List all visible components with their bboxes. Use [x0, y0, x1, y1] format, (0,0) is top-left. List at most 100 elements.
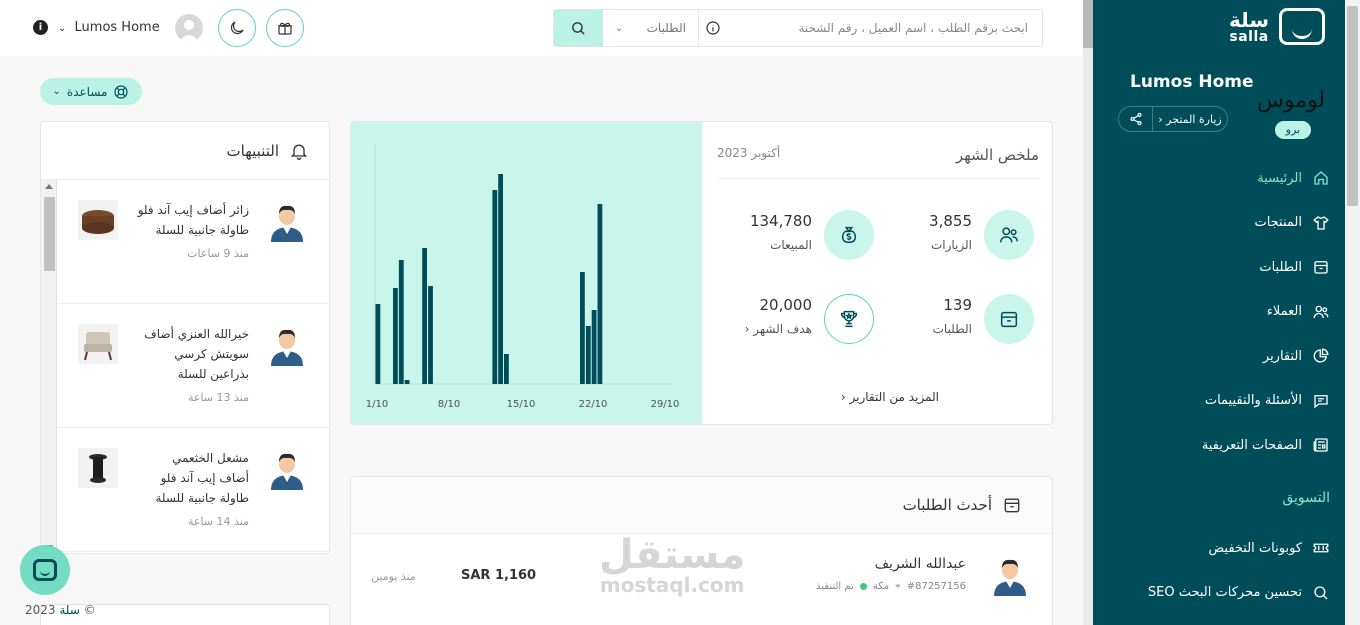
chart-bar[interactable]	[404, 380, 410, 384]
search-button[interactable]	[554, 10, 603, 46]
scroll-thumb[interactable]	[1083, 0, 1093, 48]
message-icon	[1314, 394, 1328, 409]
chat-button[interactable]	[20, 545, 70, 595]
sidebar-item-customers[interactable]: العملاء	[1090, 290, 1330, 335]
user-avatar[interactable]	[175, 14, 203, 42]
order-age: منذ يومين	[371, 570, 416, 583]
chart-bar[interactable]	[398, 260, 404, 384]
chart-bar[interactable]	[585, 326, 591, 384]
chart-bar[interactable]	[422, 248, 427, 384]
sidebar-item-reports[interactable]: التقارير	[1090, 334, 1330, 379]
dark-mode-button[interactable]	[218, 9, 256, 47]
sidebar-item-orders[interactable]: الطلبات	[1090, 245, 1330, 290]
salla-logo-icon	[33, 559, 57, 581]
product-thumbnail	[78, 200, 118, 240]
order-meta: #87257156 ⌖ مكة تم التنفيذ	[816, 581, 966, 592]
scroll-thumb[interactable]	[44, 197, 55, 271]
chart-bar[interactable]	[498, 174, 503, 384]
chevron-down-icon: ⌄	[58, 23, 67, 34]
chart-bar[interactable]	[492, 190, 498, 384]
product-thumbnail	[78, 324, 118, 364]
stat-orders: 139 الطلبات	[884, 288, 1034, 348]
notifications-header: التنبيهات	[41, 122, 329, 180]
chart-bar[interactable]	[393, 288, 398, 384]
summary-date: أكتوبر 2023	[717, 146, 781, 160]
goal-label: هدف الشهر	[753, 322, 812, 336]
location-icon: ⌖	[895, 581, 901, 592]
footer-brand[interactable]: سلة	[59, 603, 79, 617]
visit-store-button[interactable]: زيارة المتجر ‹	[1118, 106, 1228, 132]
scroll-thumb[interactable]	[1347, 6, 1358, 206]
salla-logo-icon	[1279, 8, 1325, 45]
latest-orders-title: أحدث الطلبات	[902, 496, 992, 514]
chart-bar[interactable]	[580, 272, 585, 384]
store-name: Lumos Home	[1130, 72, 1254, 92]
monthly-summary-card: 1/10 8/10 15/10 22/10 29/10 ملخص الشهر أكتوب…	[350, 121, 1053, 425]
sidebar-item-products[interactable]: المنتجات	[1090, 201, 1330, 246]
notifications-list: زائر أضاف إيب آند فلو طاولة جانبية للسلة…	[58, 180, 329, 552]
notifications-title: التنبيهات	[226, 141, 279, 160]
notification-line: بذراعين للسلة	[177, 367, 249, 381]
chart-bar[interactable]	[597, 204, 603, 384]
more-reports-link[interactable]: المزيد من التقارير ‹	[841, 390, 939, 404]
order-number: #87257156	[906, 581, 966, 592]
stat-monthly-goal[interactable]: 20,000 هدف الشهر ‹	[724, 288, 874, 348]
gift-icon	[278, 22, 292, 35]
chart-bar[interactable]	[504, 354, 509, 384]
chart-bar[interactable]	[591, 310, 597, 384]
watermark: مستقل mostaql.com	[599, 535, 745, 595]
box-icon	[1314, 261, 1328, 274]
sidebar-item-pages[interactable]: الصفحات التعريفية	[1090, 423, 1330, 468]
more-reports-label: المزيد من التقارير	[849, 390, 939, 404]
shirt-icon	[1313, 215, 1329, 230]
customer-avatar	[271, 205, 303, 242]
sidebar-item-home[interactable]: الرئيسية	[1090, 156, 1330, 201]
help-label: مساعدة	[66, 84, 108, 99]
sidebar-item-reviews[interactable]: الأسئلة والتقييمات	[1090, 379, 1330, 424]
stat-value: 134,780	[749, 212, 812, 230]
chart-x-tick-label: 15/10	[507, 399, 536, 410]
users-icon	[984, 210, 1034, 260]
chevron-left-icon: ‹	[744, 322, 750, 336]
sidebar-item-label: الصفحات التعريفية	[1201, 437, 1302, 453]
sidebar-item-coupons[interactable]: كوبونات التخفيض	[1090, 526, 1330, 571]
footer-copyright: سلة 2023 ©	[25, 603, 96, 617]
customer-avatar	[271, 329, 303, 366]
users-icon	[1313, 305, 1329, 318]
search-input[interactable]	[727, 10, 1042, 46]
user-menu[interactable]: ⌄ Lumos Home	[58, 20, 160, 35]
sidebar-item-label: الأسئلة والتقييمات	[1204, 393, 1302, 409]
status-dot	[859, 583, 867, 590]
customer-avatar	[994, 559, 1026, 596]
help-button[interactable]: ⌄ مساعدة	[40, 78, 142, 105]
brand-ar: سلة	[1229, 7, 1269, 32]
ticket-icon	[1313, 543, 1329, 553]
notification-item[interactable]: مشعل الخثعمي أضاف إيب آند فلو طاولة جانب…	[58, 428, 329, 552]
notification-item[interactable]: زائر أضاف إيب آند فلو طاولة جانبية للسلة…	[58, 180, 329, 304]
notification-item[interactable]: خيرالله العنزي أضاف سويتش كرسي بذراعين ل…	[58, 304, 329, 428]
stat-label: الطلبات	[932, 322, 972, 336]
salla-logo[interactable]: سلة salla	[1229, 8, 1325, 45]
share-button[interactable]	[1119, 107, 1153, 131]
user-name: Lumos Home	[74, 20, 160, 35]
chevron-down-icon: ⌄	[615, 22, 624, 34]
order-status: تم التنفيذ	[816, 581, 854, 592]
store-logo-text: لوموس	[1257, 88, 1326, 113]
sidebar-item-label: تحسين محركات البحث SEO	[1147, 585, 1302, 601]
chart-bar[interactable]	[428, 286, 433, 384]
scroll-up-icon[interactable]	[45, 184, 53, 189]
search-info-icon[interactable]	[699, 10, 727, 46]
search-scope-select[interactable]: ⌄ الطلبات	[603, 10, 699, 46]
notification-time: منذ 9 ساعات	[187, 247, 249, 260]
sidebar-section-marketing: التسويق	[1282, 490, 1330, 506]
sidebar-scrollbar[interactable]	[1345, 0, 1360, 625]
search-icon	[572, 21, 585, 35]
notifications-scrollbar[interactable]	[41, 180, 57, 553]
share-icon	[1129, 112, 1142, 126]
chart-bar[interactable]	[375, 304, 381, 384]
trophy-icon	[824, 294, 874, 344]
sidebar-item-seo[interactable]: تحسين محركات البحث SEO	[1090, 571, 1330, 616]
chevron-down-icon: ⌄	[52, 86, 61, 97]
info-icon[interactable]: i	[33, 20, 48, 35]
gift-button[interactable]	[266, 9, 304, 47]
